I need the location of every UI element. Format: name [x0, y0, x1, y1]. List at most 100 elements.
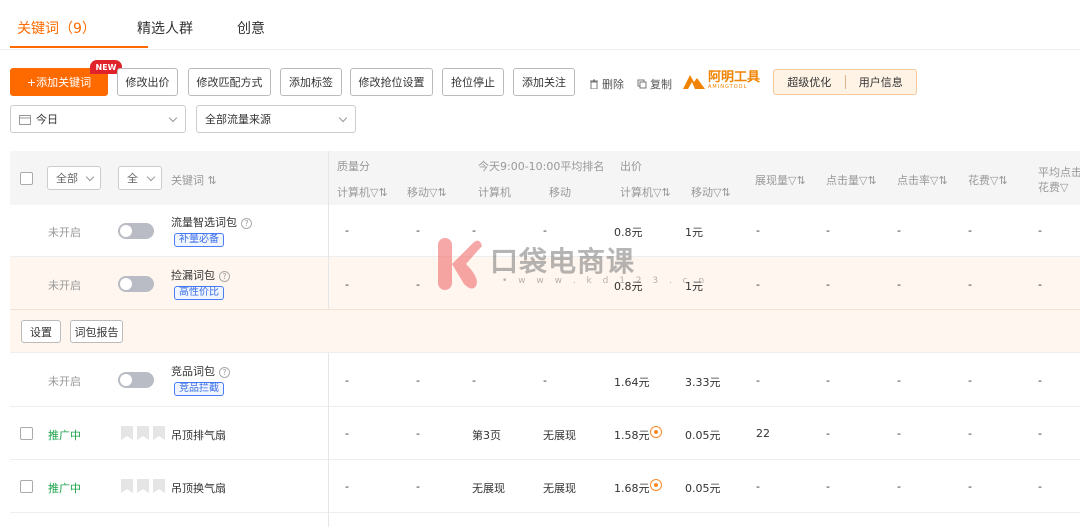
bid-pc[interactable]: 0.8元: [614, 224, 643, 240]
match-filter-select[interactable]: 全: [118, 166, 162, 190]
chevron-down-icon: [338, 113, 348, 123]
star-icon[interactable]: [137, 479, 149, 493]
impressions: -: [756, 480, 760, 493]
target-icon[interactable]: [650, 426, 662, 438]
enable-toggle[interactable]: [118, 372, 154, 388]
tab-selected-audience[interactable]: 精选人群: [137, 18, 193, 38]
row-checkbox[interactable]: [20, 480, 33, 493]
trash-icon: [590, 79, 598, 89]
ctr: -: [897, 427, 901, 440]
select-all-checkbox[interactable]: [20, 172, 33, 185]
cost: -: [968, 374, 972, 387]
add-tag-button[interactable]: 添加标签: [280, 68, 342, 96]
copy-label: 复制: [650, 78, 672, 91]
delete-label: 删除: [602, 78, 624, 91]
help-icon[interactable]: ?: [219, 366, 230, 378]
col-bid-mobile[interactable]: 移动▽⇅: [691, 184, 731, 200]
super-optimize-button[interactable]: 超级优化: [774, 74, 845, 90]
keyword-tag: 补量必备: [174, 233, 224, 247]
rank-mobile: 无展现: [543, 482, 576, 495]
modify-grab-button[interactable]: 修改抢位设置: [350, 68, 433, 96]
col-avg-cpc-line2[interactable]: 花费▽: [1038, 179, 1068, 195]
keyword-name: 吊顶换气扇: [171, 482, 226, 495]
ctr: -: [897, 480, 901, 493]
amingtool-logo[interactable]: 阿明工具 AMINGTOOL: [683, 70, 761, 90]
col-cost[interactable]: 花费▽⇅: [968, 172, 1008, 188]
traffic-source-select[interactable]: 全部流量来源: [196, 105, 356, 133]
enable-toggle[interactable]: [118, 276, 154, 292]
bid-pc[interactable]: 1.68元: [614, 480, 650, 496]
col-avg-rank: 今天9:00-10:00平均排名: [478, 160, 605, 173]
star-icon[interactable]: [153, 426, 165, 440]
col-clicks[interactable]: 点击量▽⇅: [826, 172, 877, 188]
bid-mobile[interactable]: 1元: [685, 224, 703, 240]
col-impressions[interactable]: 展现量▽⇅: [755, 172, 806, 188]
keyword-pack-report-button[interactable]: 词包报告: [70, 320, 123, 343]
logo-mountain-icon: [683, 75, 705, 89]
quality-pc: -: [345, 224, 349, 237]
bid-mobile[interactable]: 0.05元: [685, 427, 721, 443]
rank-mobile: -: [543, 224, 547, 237]
col-avg-cpc: 平均点击: [1038, 166, 1080, 179]
table-header: 全部 全 关键词 ⇅ 质量分 计算机▽⇅ 移动▽⇅ 今天9:00-10:00平均…: [10, 151, 1080, 205]
date-select[interactable]: 今日: [10, 105, 186, 133]
tab-creative[interactable]: 创意: [237, 18, 265, 38]
help-icon[interactable]: ?: [219, 270, 230, 282]
quality-pc: -: [345, 278, 349, 291]
impressions: -: [756, 224, 760, 237]
quality-mobile: -: [416, 224, 420, 237]
status-text: 推广中: [48, 482, 81, 495]
bid-pc[interactable]: 1.58元: [614, 427, 650, 443]
col-quality-pc[interactable]: 计算机▽⇅: [337, 184, 388, 200]
date-value: 今日: [36, 113, 58, 126]
logo-text: 阿明工具: [708, 70, 761, 85]
status-filter-select[interactable]: 全部: [47, 166, 101, 190]
star-icon[interactable]: [153, 479, 165, 493]
tab-keywords[interactable]: 关键词（9）: [17, 18, 96, 38]
col-rank-pc: 计算机: [478, 186, 511, 199]
rank-pc: 第3页: [472, 429, 501, 442]
copy-button[interactable]: 复制: [637, 76, 672, 92]
settings-button[interactable]: 设置: [21, 320, 61, 343]
star-icon[interactable]: [121, 426, 133, 440]
keyword-tag: 竞品拦截: [174, 382, 224, 396]
bid-pc[interactable]: 1.64元: [614, 374, 650, 390]
add-follow-button[interactable]: 添加关注: [513, 68, 575, 96]
status-filter-value: 全部: [56, 172, 78, 185]
keyword-name: 流量智选词包?: [171, 214, 252, 230]
keyword-tag: 高性价比: [174, 286, 224, 300]
watermark-k-logo-icon: [438, 238, 482, 290]
modify-bid-button[interactable]: 修改出价: [117, 68, 178, 96]
status-text: 推广中: [48, 429, 81, 442]
enable-toggle[interactable]: [118, 223, 154, 239]
col-quality: 质量分: [337, 160, 370, 173]
col-bid-pc[interactable]: 计算机▽⇅: [620, 184, 671, 200]
table-row: 推广中 吊顶换气扇 - - 无展现 无展现 1.68元 0.05元 - - - …: [10, 460, 1080, 527]
divider: [328, 353, 329, 407]
ctr: -: [897, 278, 901, 291]
quality-mobile: -: [416, 278, 420, 291]
quality-pc: -: [345, 374, 349, 387]
star-icon[interactable]: [121, 479, 133, 493]
avg-cpc: -: [1038, 480, 1042, 493]
star-icon[interactable]: [137, 426, 149, 440]
user-info-button[interactable]: 用户信息: [846, 74, 917, 90]
impressions: -: [756, 374, 760, 387]
col-quality-mobile[interactable]: 移动▽⇅: [407, 184, 447, 200]
help-icon[interactable]: ?: [241, 217, 252, 229]
col-keyword[interactable]: 关键词 ⇅: [171, 172, 217, 188]
chevron-down-icon: [168, 113, 178, 123]
row-checkbox[interactable]: [20, 427, 33, 440]
delete-button[interactable]: 删除: [589, 76, 624, 92]
quality-mobile: -: [416, 480, 420, 493]
watermark-text: 口袋电商课: [490, 245, 636, 278]
tab-active-indicator: [10, 46, 148, 48]
copy-icon: [637, 79, 647, 89]
col-ctr[interactable]: 点击率▽⇅: [897, 172, 948, 188]
bid-mobile[interactable]: 0.05元: [685, 480, 721, 496]
traffic-source-value: 全部流量来源: [205, 113, 271, 126]
bid-mobile[interactable]: 3.33元: [685, 374, 721, 390]
target-icon[interactable]: [650, 479, 662, 491]
stop-grab-button[interactable]: 抢位停止: [442, 68, 504, 96]
modify-match-button[interactable]: 修改匹配方式: [188, 68, 271, 96]
